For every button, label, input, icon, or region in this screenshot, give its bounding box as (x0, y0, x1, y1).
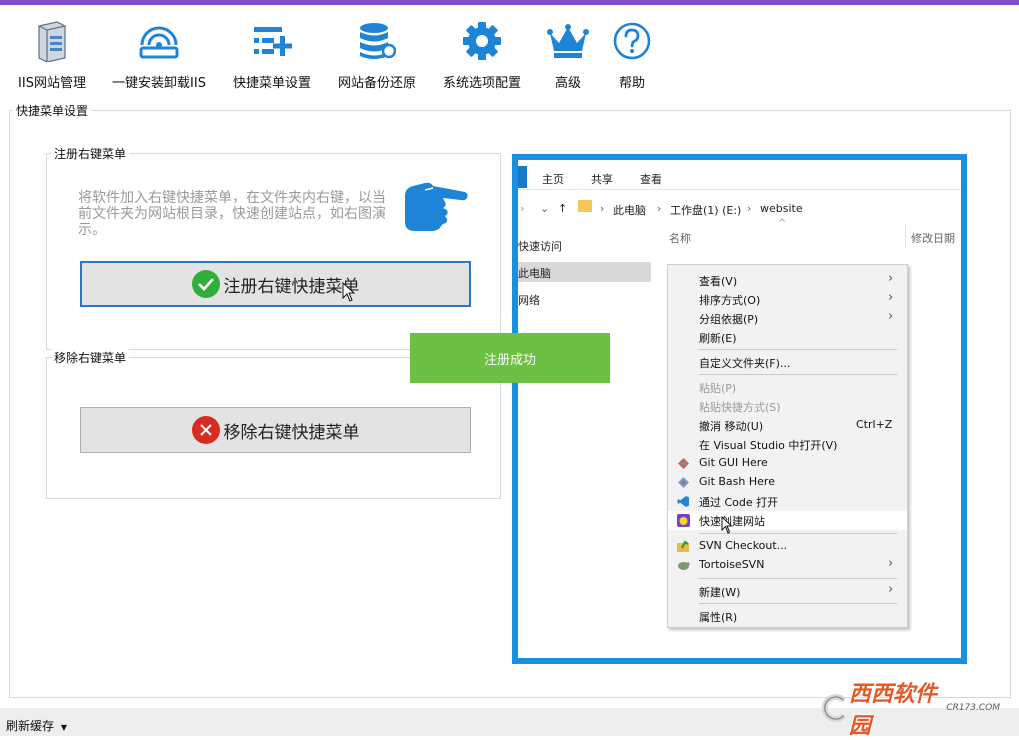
gear-icon (460, 19, 504, 63)
disk-icon (137, 19, 181, 63)
success-toast: 注册成功 (410, 333, 610, 383)
explorer-nav-item: 此电脑 (518, 267, 551, 280)
pointing-hand-icon (403, 180, 469, 238)
mouse-cursor-icon (721, 515, 733, 538)
chevron-down-icon: ⌄ (540, 202, 550, 215)
explorer-nav-item: 网络 (518, 294, 540, 307)
toolbar-label: 高级 (554, 76, 581, 91)
toolbar-label: IIS网站管理 (18, 76, 86, 91)
site-watermark-logo: 西西软件园 CR173.COM (820, 682, 1000, 739)
app-icon (677, 514, 690, 527)
context-menu-item: 粘贴快捷方式(S) (699, 401, 781, 414)
error-x-icon (191, 416, 220, 444)
context-menu-item: SVN Checkout... (668, 537, 907, 556)
watermark-text: 西西软件园 (848, 682, 937, 739)
main-toolbar: IIS网站管理 一键安装卸载IIS 快捷菜单设置 网站备份还原 系统选项配置 高… (0, 5, 1019, 97)
vscode-icon (677, 495, 690, 508)
context-menu-item: 排序方式(O) › (699, 290, 894, 307)
toolbar-shortcut-menu-settings[interactable]: 快捷菜单设置 (230, 19, 314, 91)
toolbar-label: 网站备份还原 (337, 76, 416, 91)
toolbar-system-options[interactable]: 系统选项配置 (440, 19, 524, 91)
toolbar-install-uninstall-iis[interactable]: 一键安装卸载IIS (109, 19, 209, 91)
context-menu-item: TortoiseSVN › (668, 556, 907, 575)
explorer-nav-item: 快速访问 (518, 240, 562, 253)
back-arrow-icon: › (520, 202, 525, 215)
up-arrow-icon: ↑ (558, 202, 568, 215)
help-icon (610, 19, 654, 63)
register-button-label: 注册右键快捷菜单 (223, 276, 360, 297)
svn-checkout-icon (677, 540, 690, 553)
refresh-cache-dropdown[interactable]: 刷新缓存 ▼ (6, 717, 67, 734)
breadcrumb-item: 工作盘(1) (E:) (670, 204, 742, 217)
context-menu-item: 自定义文件夹(F)... (699, 357, 791, 370)
explorer-tab: 共享 (591, 173, 613, 186)
breadcrumb-item: website (760, 202, 803, 215)
context-menu-item: 分组依据(P) › (699, 309, 894, 326)
context-menu-item-quick-create-site: 快速创建网站 (668, 511, 907, 530)
explorer-tab: 查看 (640, 173, 662, 186)
register-group-title: 注册右键菜单 (51, 145, 130, 162)
mouse-cursor-icon (342, 281, 356, 306)
remove-button-label: 移除右键快捷菜单 (223, 422, 360, 443)
context-menu-item: 通过 Code 打开 (668, 492, 907, 511)
breadcrumb-item: 此电脑 (613, 204, 646, 217)
sort-caret-icon: ^ (778, 218, 787, 229)
database-icon (355, 19, 399, 63)
folder-icon (578, 200, 592, 212)
git-bash-icon (677, 476, 690, 489)
context-menu-item: 属性(R) (699, 611, 738, 624)
toolbar-label: 帮助 (618, 76, 645, 91)
explorer-column-header: 名称 (669, 232, 691, 245)
explorer-file-tab (518, 166, 527, 188)
toolbar-label: 系统选项配置 (442, 76, 521, 91)
remove-context-menu-button[interactable]: 移除右键快捷菜单 (80, 407, 471, 453)
register-context-menu-button[interactable]: 注册右键快捷菜单 (80, 261, 471, 307)
explorer-preview-image: 主页 共享 查看 › ⌄ ↑ › 此电脑 › 工作盘(1) (E:) › web… (512, 154, 967, 664)
explorer-column-header: 修改日期 (911, 232, 955, 245)
context-menu-item: 在 Visual Studio 中打开(V) (699, 439, 838, 452)
refresh-cache-label: 刷新缓存 (6, 719, 55, 733)
context-menu-item: 粘贴(P) (699, 382, 737, 395)
context-menu-item: 刷新(E) (699, 332, 737, 345)
context-menu-item: 撤消 移动(U) Ctrl+Z (699, 418, 893, 433)
toolbar-label: 一键安装卸载IIS (112, 76, 206, 91)
crown-icon (546, 19, 590, 63)
explorer-context-menu: 查看(V) › 排序方式(O) › 分组依据(P) › 刷新(E) 自定义文件夹(F)… (667, 264, 908, 628)
explorer-tab: 主页 (542, 173, 564, 186)
toolbar-help[interactable]: 帮助 (610, 19, 654, 91)
explorer-ribbon: 主页 共享 查看 (518, 166, 961, 190)
toolbar-iis-site-manage[interactable]: IIS网站管理 (16, 19, 88, 91)
context-menu-item: 新建(W) › (699, 582, 894, 599)
tortoise-svn-icon (677, 559, 690, 572)
menu-add-icon (250, 19, 294, 63)
watermark-subtext: CR173.COM (946, 703, 1000, 713)
toolbar-label: 快捷菜单设置 (232, 76, 311, 91)
settings-group-title: 快捷菜单设置 (13, 102, 92, 119)
register-hint-text: 将软件加入右键快捷菜单，在文件夹内右键，以当前文件夹为网站根目录，快速创建站点，… (78, 190, 386, 238)
toolbar-advanced[interactable]: 高级 (545, 19, 591, 91)
context-menu-item: Git GUI Here (668, 454, 907, 473)
dropdown-arrow-icon: ▼ (60, 723, 67, 732)
context-menu-item: 查看(V) › (699, 271, 894, 288)
server-icon (30, 19, 74, 63)
git-gui-icon (677, 457, 690, 470)
watermark-c-icon (821, 694, 846, 722)
toolbar-site-backup-restore[interactable]: 网站备份还原 (335, 19, 419, 91)
remove-group-title: 移除右键菜单 (51, 349, 130, 366)
explorer-address-bar: › ⌄ ↑ › 此电脑 › 工作盘(1) (E:) › website (520, 200, 803, 217)
context-menu-item: Git Bash Here (668, 473, 907, 492)
check-icon (191, 270, 220, 298)
